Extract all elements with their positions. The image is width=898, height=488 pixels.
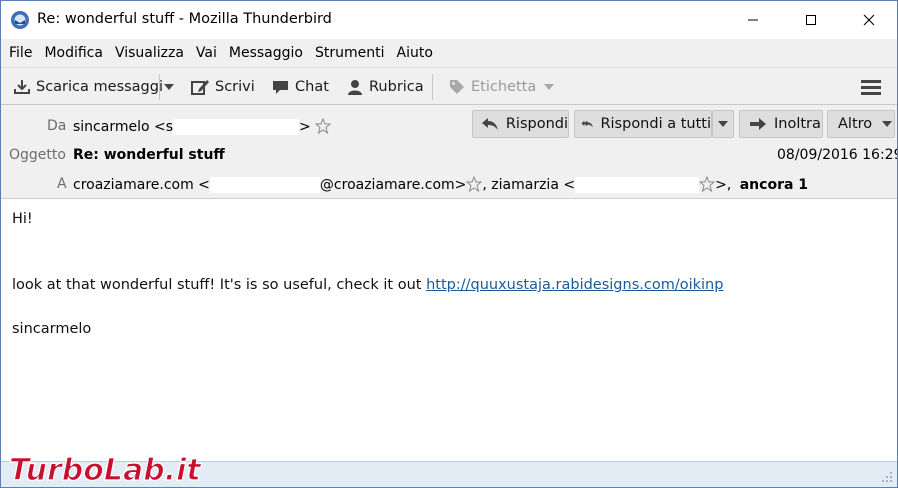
close-icon xyxy=(863,14,875,26)
subject-label: Oggetto xyxy=(9,147,66,163)
reply-all-button[interactable]: Rispondi a tutti xyxy=(574,110,712,138)
tag-button[interactable]: Etichetta xyxy=(448,75,555,99)
thunderbird-logo-icon xyxy=(11,11,29,29)
turbolab-watermark-logo: TurboLab.it xyxy=(8,452,203,488)
more-recipients-link[interactable]: ancora 1 xyxy=(740,177,808,193)
chat-label: Chat xyxy=(295,79,329,95)
get-messages-button[interactable]: Scarica messaggi xyxy=(13,75,163,99)
recipients-field: croaziamare.com < @croaziamare.com> , ziam… xyxy=(73,176,808,193)
write-label: Scrivi xyxy=(215,79,255,95)
resize-grip-icon[interactable] xyxy=(879,469,893,483)
forward-label: Inoltra xyxy=(774,116,821,132)
from-label: Da xyxy=(47,118,67,134)
reply-arrow-icon xyxy=(481,118,498,130)
contact-person-icon xyxy=(348,80,362,95)
main-toolbar: Scarica messaggi Scrivi Chat Rubrica Eti… xyxy=(1,67,897,105)
recipient-2[interactable]: , ziamarzia < xyxy=(482,177,700,193)
other-actions-button[interactable]: Altro xyxy=(827,110,895,138)
pencil-icon xyxy=(191,80,209,95)
body-text: look at that wonderful stuff! It's is so… xyxy=(12,277,427,293)
write-button[interactable]: Scrivi xyxy=(191,75,255,99)
menu-messaggio[interactable]: Messaggio xyxy=(223,45,309,61)
star-icon[interactable] xyxy=(315,118,332,134)
reply-all-dropdown[interactable] xyxy=(712,110,734,138)
recipient-1-domain: @croaziamare.com> xyxy=(319,177,467,193)
other-label: Altro xyxy=(838,116,873,132)
forward-button[interactable]: Inoltra xyxy=(739,110,823,138)
message-body: Hi! look at that wonderful stuff! It's i… xyxy=(1,199,897,461)
chevron-down-icon xyxy=(882,121,893,127)
to-label: A xyxy=(57,176,67,192)
menu-aiuto[interactable]: Aiuto xyxy=(391,45,439,61)
chevron-down-icon xyxy=(544,84,555,90)
app-menu-button[interactable] xyxy=(861,75,886,99)
star-icon[interactable] xyxy=(699,176,716,192)
recipient-1-name: croaziamare.com < xyxy=(73,177,210,193)
forward-arrow-icon xyxy=(750,118,766,130)
tag-label: Etichetta xyxy=(471,79,537,95)
watermark-text: TurboLab.it xyxy=(9,453,202,488)
message-date: 08/09/2016 16:29 xyxy=(777,147,898,163)
from-field[interactable]: sincarmelo <s > xyxy=(73,118,332,135)
from-name: sincarmelo <s xyxy=(73,119,174,135)
redaction-block xyxy=(575,177,700,193)
menu-bar: File Modifica Visualizza Vai Messaggio S… xyxy=(1,39,897,67)
toolbar-divider xyxy=(159,74,160,100)
chevron-down-icon xyxy=(718,121,728,127)
recipient-2-suffix: >, xyxy=(715,177,732,193)
window-title: Re: wonderful stuff - Mozilla Thunderbir… xyxy=(37,11,332,27)
menu-visualizza[interactable]: Visualizza xyxy=(109,45,190,61)
body-signature: sincarmelo xyxy=(12,321,92,337)
address-book-label: Rubrica xyxy=(369,79,424,95)
maximize-button[interactable] xyxy=(782,1,840,39)
menu-strumenti[interactable]: Strumenti xyxy=(309,45,391,61)
maximize-icon xyxy=(806,15,816,25)
body-paragraph: look at that wonderful stuff! It's is so… xyxy=(12,277,723,293)
from-suffix: > xyxy=(299,119,311,135)
redaction-block xyxy=(173,119,300,135)
star-icon[interactable] xyxy=(466,176,483,192)
body-greeting: Hi! xyxy=(12,211,33,227)
recipient-1[interactable]: croaziamare.com < @croaziamare.com> xyxy=(73,177,466,193)
reply-label: Rispondi xyxy=(505,116,568,132)
chat-button[interactable]: Chat xyxy=(271,75,329,99)
get-messages-dropdown[interactable] xyxy=(164,75,179,99)
reply-all-arrow-icon xyxy=(581,120,593,128)
minimize-icon xyxy=(748,19,758,21)
menu-file[interactable]: File xyxy=(3,45,38,61)
menu-vai[interactable]: Vai xyxy=(190,45,223,61)
thunderbird-window: Re: wonderful stuff - Mozilla Thunderbir… xyxy=(0,0,898,488)
toolbar-divider xyxy=(432,74,433,100)
menu-modifica[interactable]: Modifica xyxy=(38,45,109,61)
close-button[interactable] xyxy=(840,1,897,39)
title-bar: Re: wonderful stuff - Mozilla Thunderbir… xyxy=(1,1,897,39)
address-book-button[interactable]: Rubrica xyxy=(346,75,424,99)
reply-all-label: Rispondi a tutti xyxy=(600,116,711,132)
redaction-block xyxy=(209,177,320,193)
chevron-down-icon xyxy=(164,84,174,90)
get-messages-label: Scarica messaggi xyxy=(36,79,163,95)
message-header-pane: Da sincarmelo <s > Rispondi Rispondi a tu… xyxy=(1,105,897,199)
hamburger-menu-icon xyxy=(861,80,881,95)
recipient-2-name: , ziamarzia < xyxy=(482,177,576,193)
subject-value: Re: wonderful stuff xyxy=(73,147,225,163)
download-icon xyxy=(14,80,30,94)
reply-button[interactable]: Rispondi xyxy=(472,110,569,138)
chat-bubble-icon xyxy=(273,81,288,94)
tag-icon xyxy=(450,80,464,94)
body-link[interactable]: http://quuxustaja.rabidesigns.com/oikinp xyxy=(426,277,723,293)
minimize-button[interactable] xyxy=(724,1,782,39)
